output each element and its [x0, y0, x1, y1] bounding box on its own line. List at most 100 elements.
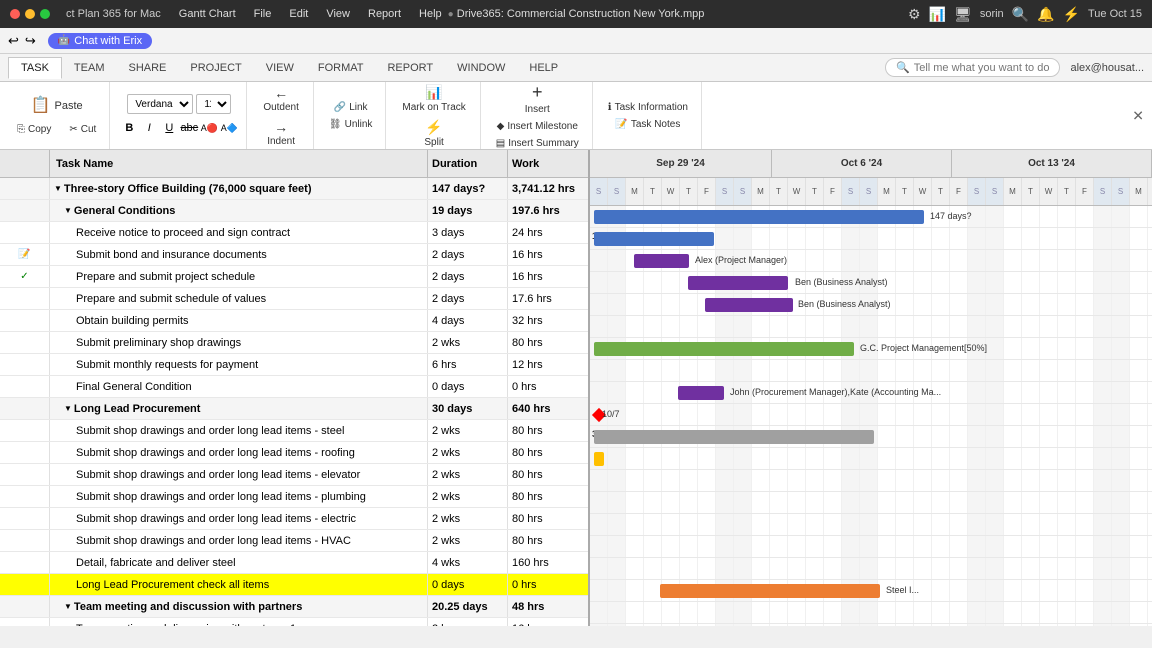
paste-button[interactable]: 📋 Paste [23, 94, 91, 118]
gantt-grid-cell [608, 624, 626, 626]
task-row[interactable]: ▼Long Lead Procurement 30 days 640 hrs [0, 398, 588, 420]
task-row[interactable]: ▼Team meeting and discussion with partne… [0, 596, 588, 618]
gantt-grid-cell [644, 316, 662, 337]
cut-button[interactable]: ✂ Cut [64, 122, 101, 137]
bold-button[interactable]: B [120, 119, 138, 137]
gantt-grid-cell [1058, 536, 1076, 557]
gantt-row: Alex (Project Manager) [590, 250, 1152, 272]
gantt-bar-label: Alex (Project Manager) [695, 255, 787, 265]
gantt-grid-cell [1022, 360, 1040, 381]
tab-share[interactable]: SHARE [116, 58, 178, 78]
tab-project[interactable]: PROJECT [178, 58, 253, 78]
strikethrough-button[interactable]: abc [180, 119, 198, 137]
task-row[interactable]: Submit shop drawings and order long lead… [0, 508, 588, 530]
italic-button[interactable]: I [140, 119, 158, 137]
font-family-select[interactable]: Verdana [127, 94, 193, 114]
gantt-grid-cell [1004, 580, 1022, 601]
gantt-grid-cell [734, 316, 752, 337]
gantt-grid-cell [878, 624, 896, 626]
close-btn[interactable] [10, 9, 20, 19]
redo-icon[interactable]: ↪ [25, 33, 36, 49]
task-notes-button[interactable]: 📝 Task Notes [610, 117, 685, 132]
task-row[interactable]: Submit shop drawings and order long lead… [0, 464, 588, 486]
tab-format[interactable]: FORMAT [306, 58, 376, 78]
task-row[interactable]: Final General Condition 0 days 0 hrs [0, 376, 588, 398]
col-duration-header[interactable]: Duration [428, 150, 508, 177]
ribbon-close-button[interactable]: ✕ [1132, 107, 1144, 124]
row-indicator [0, 288, 50, 309]
task-work: 16 hrs [508, 618, 588, 626]
font-size-select[interactable]: 11 [196, 94, 231, 114]
minimize-btn[interactable] [25, 9, 35, 19]
outdent-button[interactable]: ← Outdent [257, 83, 305, 115]
font-color-bg-button[interactable]: A🔴 [200, 119, 218, 137]
gantt-grid-cell [1112, 514, 1130, 535]
col-task-name-header[interactable]: Task Name [50, 150, 428, 177]
task-row[interactable]: 📝 Submit bond and insurance documents 2 … [0, 244, 588, 266]
task-row[interactable]: Prepare and submit schedule of values 2 … [0, 288, 588, 310]
tab-team[interactable]: TEAM [62, 58, 117, 78]
gantt-grid-cell [1112, 206, 1130, 227]
row-indicator [0, 618, 50, 626]
task-row[interactable]: Submit shop drawings and order long lead… [0, 486, 588, 508]
gantt-grid-cell [1022, 294, 1040, 315]
task-row[interactable]: ▼Three-story Office Building (76,000 squ… [0, 178, 588, 200]
gantt-row: G.C. Project Management[50%] [590, 338, 1152, 360]
gantt-grid-cell [1004, 338, 1022, 359]
font-color-button[interactable]: A🔷 [220, 119, 238, 137]
task-work: 16 hrs [508, 266, 588, 287]
tab-help[interactable]: HELP [517, 58, 570, 78]
menu-edit[interactable]: Edit [289, 8, 308, 20]
tab-window[interactable]: WINDOW [445, 58, 517, 78]
insert-button[interactable]: + Insert [519, 80, 556, 117]
gantt-grid-cell [680, 558, 698, 579]
task-row[interactable]: Obtain building permits 4 days 32 hrs [0, 310, 588, 332]
gantt-grid-cell [950, 558, 968, 579]
task-information-button[interactable]: ℹ Task Information [603, 100, 693, 115]
tab-report[interactable]: REPORT [375, 58, 445, 78]
underline-button[interactable]: U [160, 119, 178, 137]
menu-view[interactable]: View [326, 8, 350, 20]
unlink-button[interactable]: ⛓ Unlink [324, 117, 378, 132]
gantt-grid-cell [1094, 580, 1112, 601]
gantt-grid-cell [1112, 404, 1130, 425]
task-row[interactable]: Detail, fabricate and deliver steel 4 wk… [0, 552, 588, 574]
tell-me-input[interactable]: 🔍 Tell me what you want to do [885, 58, 1060, 77]
task-row[interactable]: Submit shop drawings and order long lead… [0, 420, 588, 442]
menu-report[interactable]: Report [368, 8, 401, 20]
insert-milestone-button[interactable]: ◆ Insert Milestone [492, 119, 583, 134]
gantt-grid-cell [608, 272, 626, 293]
task-row[interactable]: Receive notice to proceed and sign contr… [0, 222, 588, 244]
col-work-header[interactable]: Work [508, 150, 588, 177]
menu-file[interactable]: File [254, 8, 272, 20]
gantt-grid-cell [986, 558, 1004, 579]
mark-on-track-button[interactable]: 📊 Mark on Track [396, 82, 471, 115]
task-row[interactable]: ✓ Prepare and submit project schedule 2 … [0, 266, 588, 288]
task-row[interactable]: Submit shop drawings and order long lead… [0, 442, 588, 464]
gantt-grid-cell [806, 448, 824, 469]
copy-button[interactable]: ⎘ Copy [12, 122, 56, 137]
maximize-btn[interactable] [40, 9, 50, 19]
menu-help[interactable]: Help [419, 8, 442, 20]
insert-summary-button[interactable]: ▤ Insert Summary [491, 136, 584, 151]
task-row[interactable]: Submit preliminary shop drawings 2 wks 8… [0, 332, 588, 354]
split-button[interactable]: ⚡ Split [418, 117, 449, 150]
gantt-grid-cell [860, 448, 878, 469]
undo-icon[interactable]: ↩ [8, 33, 19, 49]
gantt-grid-cell [644, 470, 662, 491]
task-row[interactable]: Long Lead Procurement check all items 0 … [0, 574, 588, 596]
task-row[interactable]: Submit shop drawings and order long lead… [0, 530, 588, 552]
task-duration: 2 days [428, 244, 508, 265]
chat-button[interactable]: 🤖 Chat with Erix [48, 33, 152, 49]
task-row[interactable]: Team meeting and discussion with partner… [0, 618, 588, 626]
indent-button[interactable]: → Indent [261, 117, 301, 149]
menu-gantt[interactable]: Gantt Chart [179, 8, 236, 20]
gantt-grid-cell [644, 492, 662, 513]
task-row[interactable]: Submit monthly requests for payment 6 hr… [0, 354, 588, 376]
gantt-day-cell: S [986, 178, 1004, 205]
gantt-row [590, 448, 1152, 470]
link-button[interactable]: 🔗 Link [329, 100, 373, 115]
tab-task[interactable]: TASK [8, 57, 62, 79]
tab-view[interactable]: VIEW [254, 58, 306, 78]
task-row[interactable]: ▼General Conditions 19 days 197.6 hrs [0, 200, 588, 222]
